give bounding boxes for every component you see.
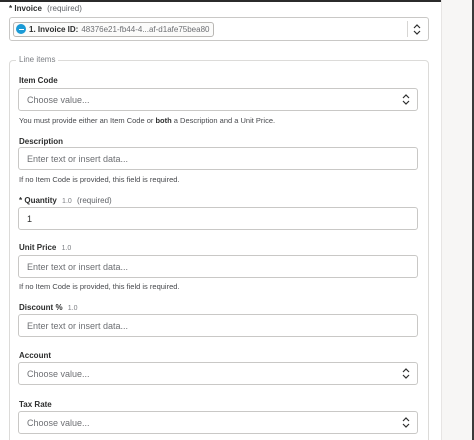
item-code-help-post: a Description and a Unit Price. (171, 116, 276, 125)
discount-input[interactable]: Enter text or insert data... (18, 314, 418, 337)
discount-label-text: Discount % (19, 303, 63, 312)
invoice-required: (required) (47, 4, 82, 13)
unit-price-version: 1.0 (61, 245, 72, 252)
discount-label: Discount % 1.0 (19, 303, 78, 312)
item-code-placeholder: Choose value... (27, 94, 90, 105)
scrollbar-track[interactable] (441, 0, 474, 440)
quantity-value: 1 (27, 213, 33, 224)
invoice-field[interactable]: 1. Invoice ID: 48376e21-fb44-4...af-d1af… (9, 17, 429, 41)
item-code-select[interactable]: Choose value... (18, 88, 418, 111)
item-code-help-pre: You must provide either an Item Code or (19, 116, 156, 125)
description-label: Description (19, 137, 64, 146)
field-divider (407, 21, 408, 37)
required-star: * (19, 196, 23, 205)
account-label: Account (19, 351, 51, 360)
description-placeholder: Enter text or insert data... (27, 153, 129, 164)
invoice-id-pill[interactable]: 1. Invoice ID: 48376e21-fb44-4...af-d1af… (13, 21, 215, 37)
quantity-required: (required) (77, 196, 112, 205)
unit-price-label-text: Unit Price (19, 243, 57, 252)
unit-price-label: Unit Price 1.0 (19, 243, 71, 252)
tax-rate-label: Tax Rate (19, 400, 52, 409)
app-icon (16, 24, 26, 34)
unit-price-placeholder: Enter text or insert data... (27, 261, 129, 272)
top-bar (0, 0, 474, 2)
chevron-updown-icon[interactable] (395, 89, 417, 110)
description-help: If no Item Code is provided, this field … (19, 175, 180, 184)
invoice-label-text: Invoice (14, 4, 42, 13)
discount-version: 1.0 (67, 305, 78, 312)
line-items-legend: Line items (16, 55, 59, 64)
tax-rate-placeholder: Choose value... (27, 417, 90, 428)
quantity-label: * Quantity 1.0 (required) (19, 196, 112, 205)
invoice-label: * Invoice (required) (9, 4, 82, 13)
chevron-updown-icon[interactable] (406, 18, 428, 40)
invoice-pill-label: 1. Invoice ID: (29, 24, 79, 34)
account-placeholder: Choose value... (27, 368, 90, 379)
tax-rate-select[interactable]: Choose value... (18, 411, 418, 434)
item-code-help-bold: both (155, 116, 172, 125)
required-star: * (9, 4, 13, 13)
quantity-label-text: Quantity (24, 196, 57, 205)
invoice-pill-value: 48376e21-fb44-4...af-d1afe75bea80 (81, 24, 210, 34)
unit-price-help: If no Item Code is provided, this field … (19, 282, 180, 291)
chevron-updown-icon[interactable] (395, 412, 417, 433)
chevron-updown-icon[interactable] (395, 363, 417, 384)
account-select[interactable]: Choose value... (18, 362, 418, 385)
quantity-input[interactable]: 1 (18, 207, 418, 230)
discount-placeholder: Enter text or insert data... (27, 320, 129, 331)
quantity-version: 1.0 (62, 198, 72, 205)
item-code-label: Item Code (19, 76, 58, 85)
description-input[interactable]: Enter text or insert data... (18, 147, 418, 170)
unit-price-input[interactable]: Enter text or insert data... (18, 255, 418, 278)
item-code-help: You must provide either an Item Code or … (19, 116, 275, 125)
